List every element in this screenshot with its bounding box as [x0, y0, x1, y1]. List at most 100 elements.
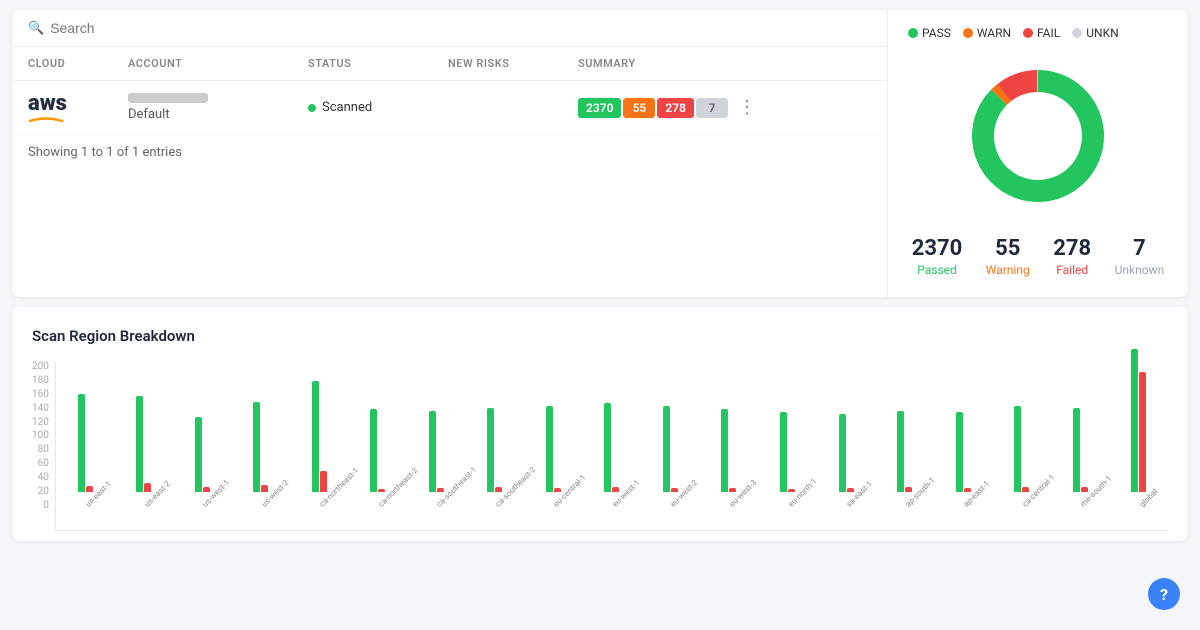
bar-red: [964, 488, 971, 492]
bar-red: [729, 488, 736, 492]
bars-container: [429, 361, 444, 492]
bar-red: [320, 471, 327, 492]
bar-green: [663, 406, 670, 492]
bar-green: [780, 412, 787, 492]
stat-warning: 55 Warning: [986, 236, 1030, 277]
bar-group: eu-west-3: [700, 361, 759, 510]
bar-group: eu-north-1: [758, 361, 817, 510]
y-160: 160: [32, 389, 49, 400]
bar-group: us-west-1: [173, 361, 232, 510]
chart-section: Scan Region Breakdown 200 180 160 140 12…: [12, 307, 1188, 541]
bar-green: [604, 403, 611, 492]
status-badge: Scanned: [308, 100, 448, 115]
stats-row: 2370 Passed 55 Warning 278 Failed 7 Unkn…: [908, 236, 1168, 277]
bar-green: [546, 406, 553, 492]
y-20: 20: [38, 486, 49, 497]
bar-green: [1014, 406, 1021, 492]
y-80: 80: [38, 444, 49, 455]
bar-group: ap-east-1: [934, 361, 993, 510]
bar-green: [956, 412, 963, 492]
bars-container: [370, 361, 385, 492]
donut-svg: [958, 56, 1118, 216]
bars-container: [956, 361, 971, 492]
bars-container: [78, 361, 93, 492]
search-input[interactable]: [50, 20, 250, 36]
y-axis: 200 180 160 140 120 100 80 60 40 20 0: [32, 361, 55, 531]
stat-unknown: 7 Unknown: [1115, 236, 1165, 277]
account-name: Default: [128, 107, 308, 122]
bar-green: [78, 394, 85, 492]
legend-pass: PASS: [908, 26, 951, 40]
stat-unknown-value: 7: [1133, 236, 1146, 261]
legend-fail: FAIL: [1023, 26, 1060, 40]
y-200: 200: [32, 361, 49, 372]
bar-red: [437, 488, 444, 492]
warn-pill: 55: [623, 98, 655, 118]
status-text: Scanned: [322, 100, 372, 115]
bars-container: [546, 361, 561, 492]
legend: PASS WARN FAIL UNKN: [908, 26, 1119, 40]
bar-green: [897, 411, 904, 492]
legend-pass-label: PASS: [922, 26, 951, 40]
bars-container: [195, 361, 210, 492]
bar-green: [370, 409, 377, 492]
bar-green: [839, 414, 846, 492]
bars-container: [136, 361, 151, 492]
bars-container: [663, 361, 678, 492]
bars-container: [1131, 361, 1146, 492]
bars-container: [721, 361, 736, 492]
stat-warning-value: 55: [995, 236, 1020, 261]
bar-red: [847, 488, 854, 492]
stat-unknown-label: Unknown: [1115, 263, 1165, 277]
col-status: STATUS: [308, 57, 448, 70]
aws-logo: aws: [28, 93, 128, 122]
legend-fail-label: FAIL: [1037, 26, 1060, 40]
aws-text: aws: [28, 93, 67, 115]
bar-red: [1139, 372, 1146, 492]
bar-group: me-south-1: [1051, 361, 1110, 510]
bar-group: ca-central-1: [992, 361, 1051, 510]
bar-green: [1073, 408, 1080, 492]
y-60: 60: [38, 458, 49, 469]
bar-group: ca-northeast-1: [290, 361, 349, 510]
bar-group: global: [1109, 361, 1168, 510]
chart-container: 200 180 160 140 120 100 80 60 40 20 0 us…: [32, 361, 1168, 531]
donut-center: [995, 93, 1081, 179]
stat-failed-label: Failed: [1056, 263, 1088, 277]
stat-failed: 278 Failed: [1053, 236, 1091, 277]
bar-group: eu-west-2: [641, 361, 700, 510]
stat-passed-label: Passed: [917, 263, 957, 277]
bar-red: [554, 488, 561, 492]
search-icon: 🔍: [28, 21, 44, 36]
legend-warn-label: WARN: [977, 26, 1011, 40]
bar-red: [905, 487, 912, 492]
entries-text: Showing 1 to 1 of 1 entries: [12, 135, 887, 170]
chart-bars: us-east-1us-east-2us-west-1us-west-2ca-n…: [55, 361, 1168, 531]
legend-unkn-label: UNKN: [1086, 26, 1118, 40]
bar-green: [721, 409, 728, 492]
bar-green: [312, 381, 319, 492]
top-section: 🔍 CLOUD ACCOUNT STATUS NEW RISKS SUMMARY…: [12, 10, 1188, 297]
unkn-pill: 7: [696, 98, 728, 118]
legend-warn: WARN: [963, 26, 1011, 40]
bars-container: [312, 361, 327, 492]
status-dot: [308, 104, 316, 112]
legend-fail-dot: [1023, 28, 1033, 38]
bar-red: [612, 487, 619, 492]
bars-container: [780, 361, 795, 492]
col-summary: SUMMARY: [578, 57, 871, 70]
help-button[interactable]: ?: [1148, 578, 1180, 610]
bar-red: [261, 485, 268, 492]
bar-group: ca-northeast-2: [349, 361, 408, 510]
y-100: 100: [32, 430, 49, 441]
bar-red: [1081, 487, 1088, 492]
bar-red: [788, 489, 795, 492]
chart-title: Scan Region Breakdown: [32, 327, 1168, 345]
bar-group: ca-southeast-1: [407, 361, 466, 510]
bar-group: eu-west-1: [583, 361, 642, 510]
bar-group: eu-central-1: [524, 361, 583, 510]
pass-pill: 2370: [578, 98, 621, 118]
row-more-menu[interactable]: ⋮: [730, 97, 764, 118]
bar-green: [487, 408, 494, 492]
bar-red: [671, 488, 678, 492]
